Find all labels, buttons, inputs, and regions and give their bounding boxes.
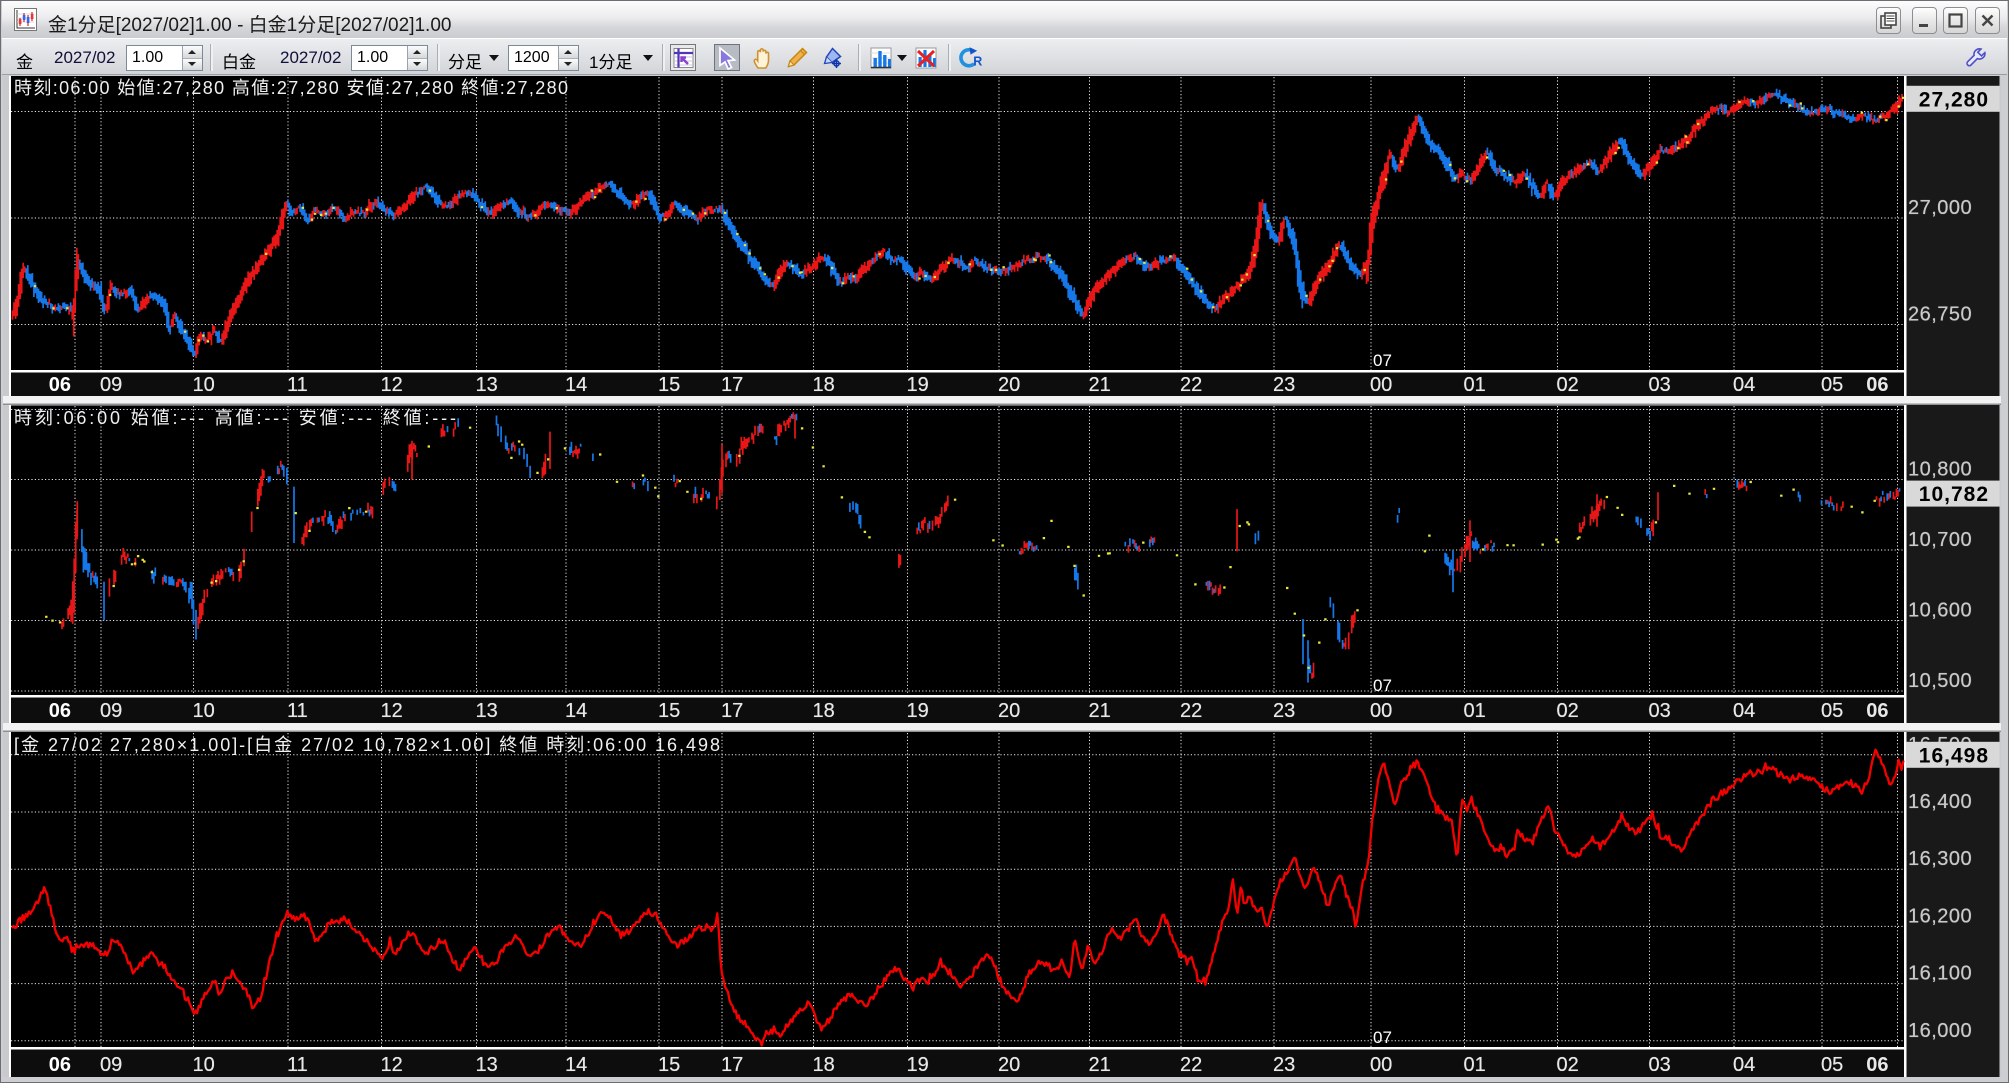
svg-text:20: 20 [998, 374, 1020, 396]
svg-text:00: 00 [1370, 1054, 1392, 1076]
svg-text:12: 12 [381, 700, 403, 722]
svg-text:10,782: 10,782 [1919, 483, 1989, 506]
svg-text:15: 15 [658, 700, 680, 722]
svg-text:02: 02 [1557, 374, 1579, 396]
svg-text:12: 12 [381, 1054, 403, 1076]
svg-text:20: 20 [998, 1054, 1020, 1076]
svg-text:20: 20 [998, 700, 1020, 722]
svg-text:17: 17 [721, 1054, 743, 1076]
svg-text:22: 22 [1180, 374, 1202, 396]
svg-text:05: 05 [1821, 1054, 1843, 1076]
svg-text:03: 03 [1649, 700, 1671, 722]
svg-text:07: 07 [1373, 676, 1392, 695]
svg-text:06: 06 [49, 1054, 71, 1076]
svg-text:09: 09 [100, 1054, 122, 1076]
svg-text:01: 01 [1464, 700, 1486, 722]
svg-text:03: 03 [1649, 374, 1671, 396]
svg-text:09: 09 [100, 700, 122, 722]
svg-text:23: 23 [1273, 700, 1295, 722]
svg-text:09: 09 [100, 374, 122, 396]
svg-text:18: 18 [813, 1054, 835, 1076]
svg-text:04: 04 [1733, 700, 1755, 722]
svg-text:07: 07 [1373, 351, 1392, 370]
svg-text:16,498: 16,498 [1919, 744, 1989, 767]
svg-text:22: 22 [1180, 700, 1202, 722]
svg-text:06: 06 [49, 374, 71, 396]
svg-text:01: 01 [1464, 374, 1486, 396]
svg-text:04: 04 [1733, 374, 1755, 396]
svg-text:15: 15 [658, 374, 680, 396]
svg-text:10: 10 [193, 700, 215, 722]
svg-text:27,280: 27,280 [1919, 88, 1989, 111]
svg-text:時刻:06:00 始値:--- 高値:--- 安値:---: 時刻:06:00 始値:--- 高値:--- 安値:--- 終値:--- [14, 408, 456, 428]
svg-text:23: 23 [1273, 1054, 1295, 1076]
svg-text:10: 10 [193, 374, 215, 396]
svg-text:14: 14 [565, 700, 587, 722]
svg-text:27,000: 27,000 [1908, 197, 1972, 219]
svg-text:05: 05 [1821, 374, 1843, 396]
svg-text:16,300: 16,300 [1908, 848, 1972, 870]
svg-text:10,700: 10,700 [1908, 529, 1972, 551]
svg-text:12: 12 [381, 374, 403, 396]
svg-text:01: 01 [1464, 1054, 1486, 1076]
svg-text:17: 17 [721, 700, 743, 722]
svg-text:19: 19 [907, 1054, 929, 1076]
svg-text:10,600: 10,600 [1908, 600, 1972, 622]
svg-text:13: 13 [476, 374, 498, 396]
svg-text:21: 21 [1089, 1054, 1111, 1076]
svg-text:16,000: 16,000 [1908, 1020, 1972, 1042]
svg-text:13: 13 [476, 1054, 498, 1076]
svg-text:02: 02 [1557, 700, 1579, 722]
svg-text:04: 04 [1733, 1054, 1755, 1076]
svg-text:10,800: 10,800 [1908, 459, 1972, 481]
svg-text:時刻:06:00 始値:27,280 高値:27,280 安: 時刻:06:00 始値:27,280 高値:27,280 安値:27,280 終… [14, 78, 568, 98]
svg-text:16,400: 16,400 [1908, 791, 1972, 813]
svg-text:16,100: 16,100 [1908, 963, 1972, 985]
svg-text:26,750: 26,750 [1908, 304, 1972, 326]
svg-text:07: 07 [1373, 1028, 1392, 1047]
svg-text:19: 19 [907, 700, 929, 722]
svg-text:06: 06 [49, 700, 71, 722]
svg-text:19: 19 [907, 374, 929, 396]
svg-text:14: 14 [565, 374, 587, 396]
svg-text:21: 21 [1089, 700, 1111, 722]
svg-text:00: 00 [1370, 374, 1392, 396]
svg-text:15: 15 [658, 1054, 680, 1076]
svg-text:18: 18 [813, 700, 835, 722]
svg-text:17: 17 [721, 374, 743, 396]
svg-text:22: 22 [1180, 1054, 1202, 1076]
svg-text:05: 05 [1821, 700, 1843, 722]
svg-text:06: 06 [1866, 1054, 1888, 1076]
svg-text:14: 14 [565, 1054, 587, 1076]
svg-text:00: 00 [1370, 700, 1392, 722]
svg-text:03: 03 [1649, 1054, 1671, 1076]
svg-text:11: 11 [287, 374, 308, 396]
svg-text:11: 11 [287, 700, 308, 722]
svg-text:10: 10 [193, 1054, 215, 1076]
svg-text:06: 06 [1866, 700, 1888, 722]
svg-text:R: R [973, 54, 982, 68]
svg-text:18: 18 [813, 374, 835, 396]
svg-text:21: 21 [1089, 374, 1111, 396]
svg-text:10,500: 10,500 [1908, 670, 1972, 692]
svg-text:02: 02 [1557, 1054, 1579, 1076]
svg-text:16,200: 16,200 [1908, 905, 1972, 927]
svg-text:06: 06 [1866, 374, 1888, 396]
svg-text:13: 13 [476, 700, 498, 722]
svg-text:23: 23 [1273, 374, 1295, 396]
svg-text:11: 11 [287, 1054, 308, 1076]
